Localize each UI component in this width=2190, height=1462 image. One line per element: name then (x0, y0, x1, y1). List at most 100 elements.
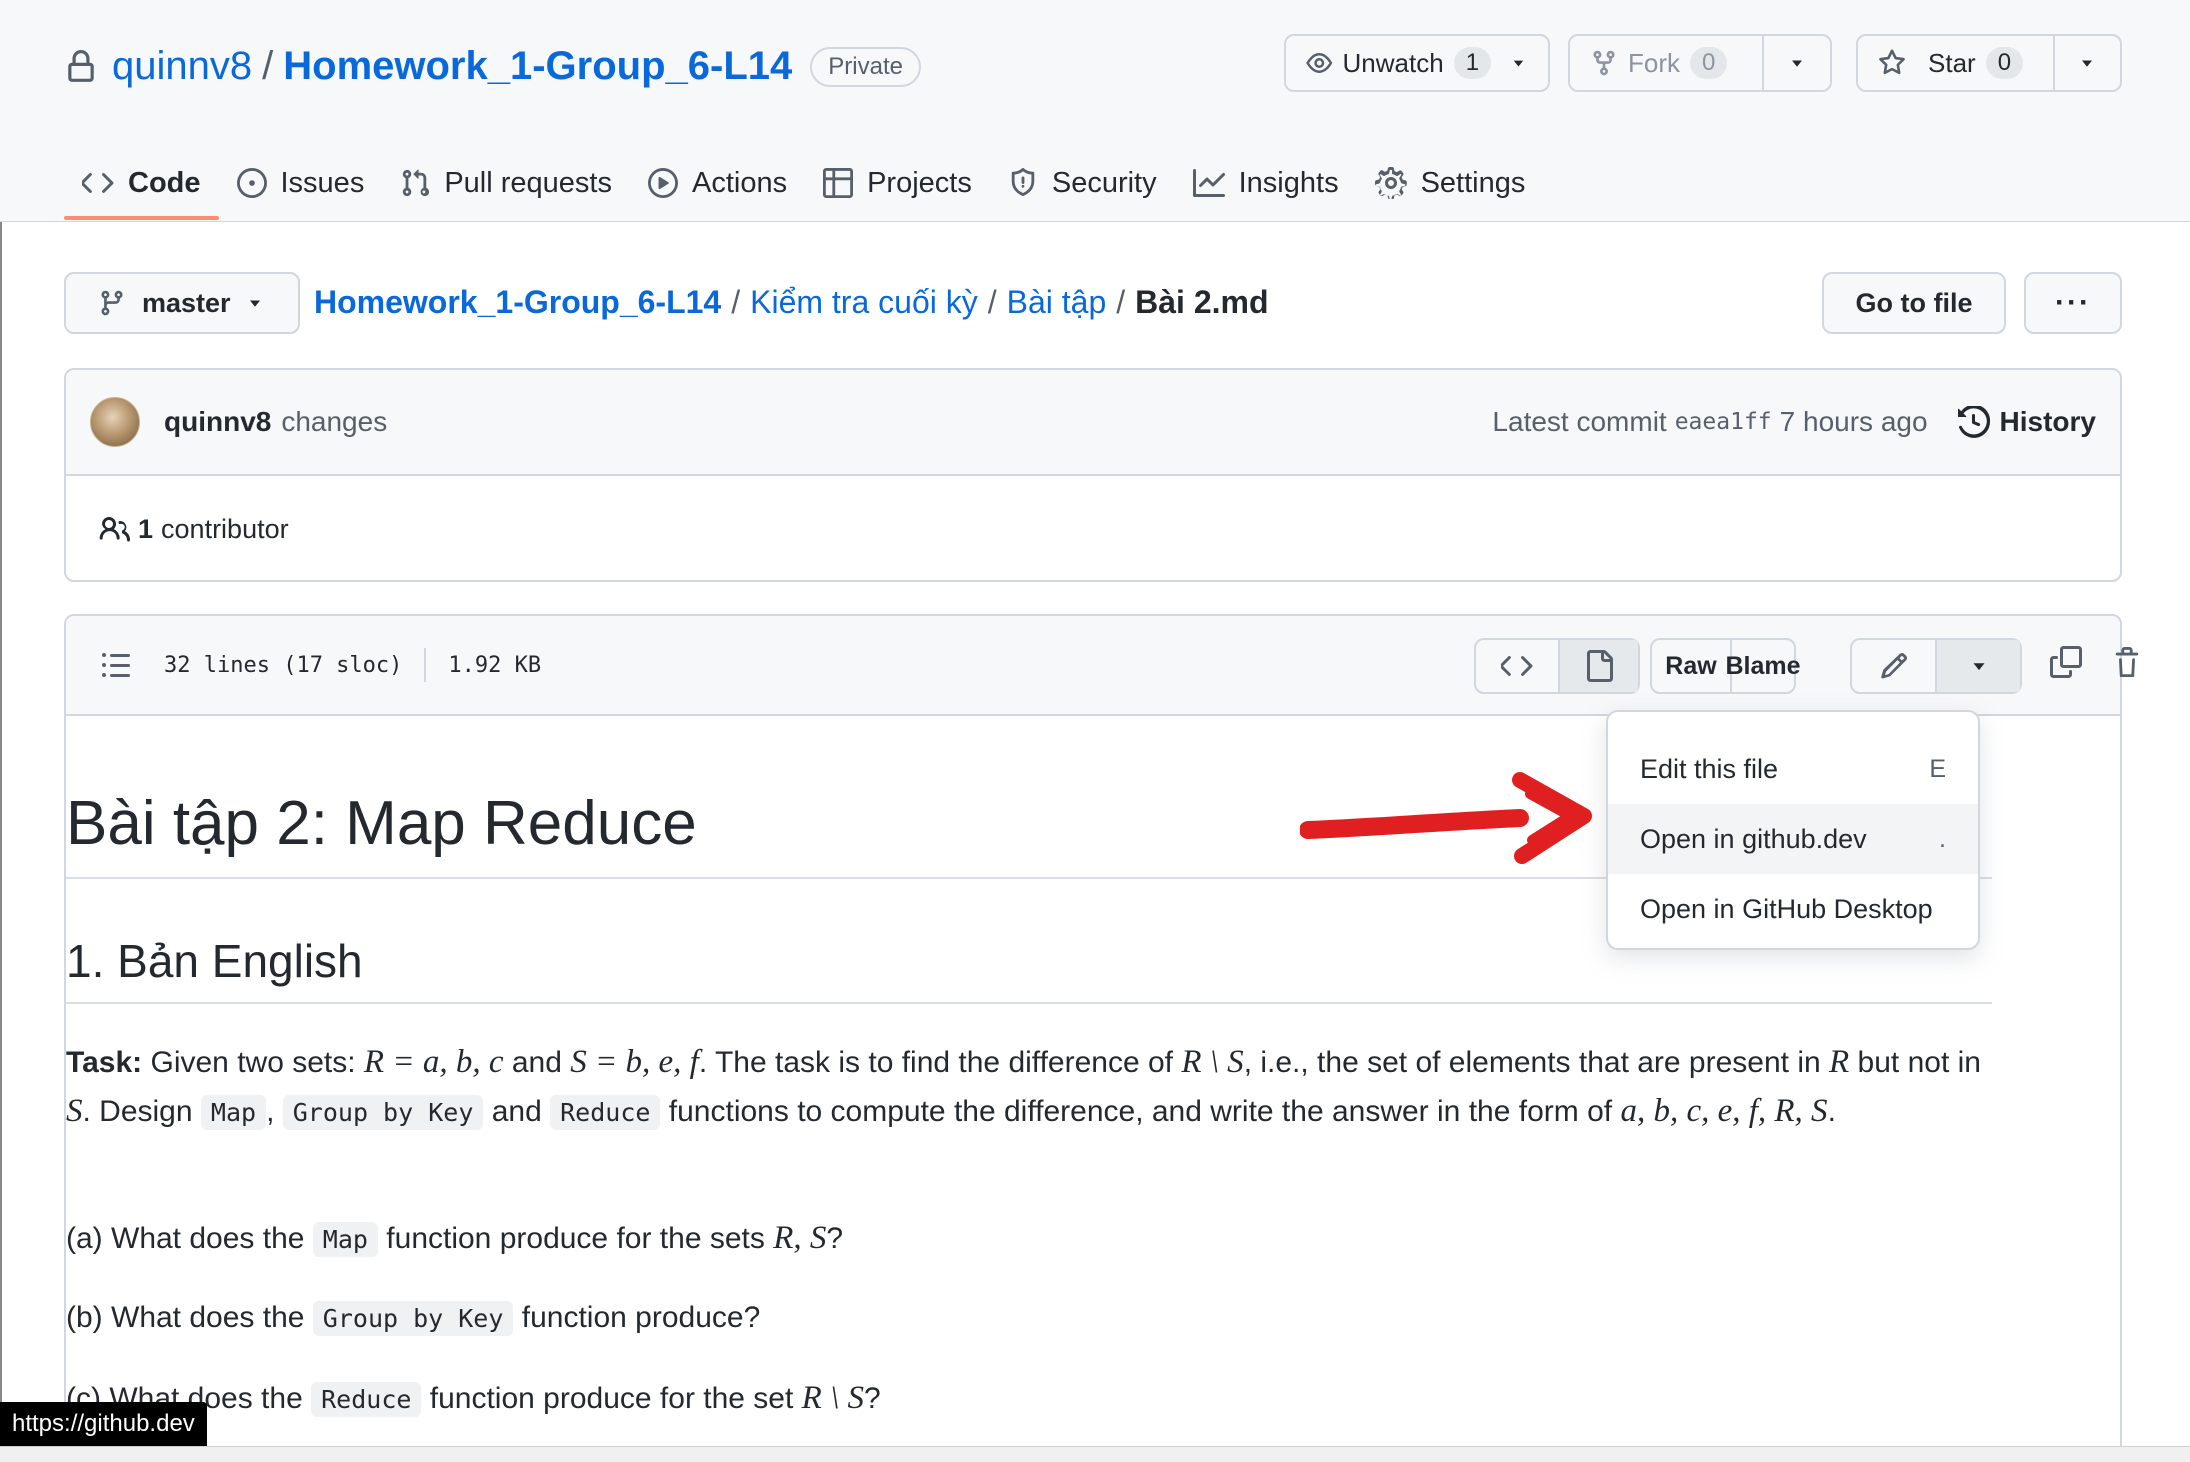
repo-owner-link[interactable]: quinnv8 (112, 44, 252, 89)
trash-icon[interactable] (2112, 646, 2142, 678)
visibility-badge: Private (810, 46, 921, 87)
breadcrumb-repo-link[interactable]: Homework_1-Group_6-L14 (314, 284, 721, 321)
commit-time: 7 hours ago (1779, 406, 1928, 437)
tab-issues[interactable]: Issues (219, 148, 383, 218)
text: functions to compute the difference, and… (668, 1095, 1613, 1128)
file-header: 32 lines (17 sloc) 1.92 KB Raw Blame (66, 616, 2139, 716)
breadcrumb-file-name: Bài 2.md (1135, 284, 1269, 320)
text: ? (826, 1222, 844, 1255)
title-separator: / (262, 44, 274, 88)
fork-button[interactable]: Fork 0 (1570, 36, 1762, 90)
watch-label: Unwatch (1342, 47, 1444, 78)
source-view-button[interactable] (1476, 640, 1558, 692)
breadcrumb-separator: / (731, 284, 741, 320)
chevron-down-icon (2082, 60, 2093, 67)
copy-icon[interactable] (2050, 646, 2082, 678)
star-count: 0 (1985, 47, 2024, 79)
divider (424, 648, 427, 682)
star-dropdown-button[interactable] (2052, 36, 2120, 90)
commit-author[interactable]: quinnv8 (164, 406, 271, 438)
history-icon (1957, 406, 1990, 438)
inline-code: Group by Key (312, 1301, 514, 1336)
text: and (511, 1046, 562, 1079)
file-size: 1.92 KB (448, 652, 542, 678)
history-label: History (1999, 406, 2096, 437)
table-icon (823, 168, 854, 198)
repo-title: quinnv8 / Homework_1-Group_6-L14 Private (64, 44, 921, 89)
inline-code: Reduce (550, 1095, 661, 1130)
tab-projects[interactable]: Projects (805, 148, 990, 218)
math-expression: S = b, e, f (570, 1044, 699, 1080)
watch-button[interactable]: Unwatch 1 (1284, 34, 1550, 92)
tab-label: Security (1051, 166, 1157, 199)
inline-code: Map (200, 1095, 267, 1130)
star-label: Star (1928, 47, 1976, 78)
repo-tabs: Code Issues Pull requests Actions Projec… (64, 148, 1544, 220)
tab-code[interactable]: Code (64, 148, 219, 220)
text: function produce for the set (429, 1382, 794, 1415)
menu-item-open-in-github-desktop[interactable]: Open in GitHub Desktop (1608, 874, 1978, 944)
math-expression: R = a, b, c (363, 1044, 504, 1080)
status-bar-url: https://github.dev (0, 1402, 207, 1446)
chevron-down-icon (1513, 60, 1524, 67)
tab-security[interactable]: Security (990, 148, 1175, 218)
raw-button[interactable]: Raw (1652, 640, 1730, 692)
text: . Design (82, 1095, 193, 1128)
inline-code: Group by Key (282, 1095, 484, 1130)
pencil-icon (1880, 652, 1907, 679)
tab-label: Pull requests (444, 166, 612, 199)
repo-name-link[interactable]: Homework_1-Group_6-L14 (283, 44, 792, 89)
view-toggle (1474, 638, 1640, 694)
math-expression: a, b, c, e, f, R, S (1620, 1093, 1828, 1129)
breadcrumb-folder-link[interactable]: Bài tập (1007, 284, 1107, 321)
tab-label: Actions (691, 166, 788, 199)
text: function produce for the sets (386, 1222, 765, 1255)
star-icon (1879, 49, 1905, 75)
tab-label: Projects (867, 166, 972, 199)
tab-settings[interactable]: Settings (1357, 148, 1544, 218)
list-outline-icon[interactable] (100, 649, 132, 681)
avatar[interactable] (90, 397, 140, 447)
menu-item-label: Edit this file (1640, 753, 1779, 784)
window-bottom-edge (0, 1446, 2190, 1462)
chevron-down-icon (1973, 663, 1984, 671)
chevron-down-icon (249, 300, 260, 307)
tab-pull-requests[interactable]: Pull requests (382, 148, 630, 218)
watch-count: 1 (1453, 47, 1492, 79)
menu-item-edit-this-file[interactable]: Edit this file E (1608, 734, 1978, 804)
chevron-down-icon (1792, 60, 1802, 67)
lock-icon (68, 49, 94, 82)
text: , (266, 1095, 275, 1128)
branch-name: master (142, 287, 231, 318)
inline-code: Reduce (311, 1382, 422, 1417)
math-expression: S (66, 1093, 83, 1129)
commit-message[interactable]: changes (281, 406, 387, 438)
fork-icon (1593, 50, 1615, 76)
edit-button[interactable] (1852, 640, 1935, 692)
commit-meta: Latest commit eaea1ff 7 hours ago Histor… (1492, 406, 2096, 438)
tab-label: Insights (1238, 166, 1339, 199)
more-options-button[interactable]: ··· (2024, 272, 2122, 334)
edit-dropdown-button[interactable] (1935, 640, 2020, 692)
breadcrumb-folder-link[interactable]: Kiểm tra cuối kỳ (750, 284, 978, 321)
tab-actions[interactable]: Actions (630, 148, 805, 218)
go-to-file-button[interactable]: Go to file (1822, 272, 2006, 334)
text: , i.e., the set of elements that are pre… (1243, 1046, 1821, 1079)
latest-commit-label: Latest commit (1492, 406, 1667, 437)
commit-sha[interactable]: eaea1ff (1675, 409, 1772, 435)
menu-item-open-in-github-dev[interactable]: Open in github.dev . (1608, 804, 1978, 874)
rendered-view-button[interactable] (1558, 640, 1638, 692)
fork-dropdown-button[interactable] (1762, 36, 1830, 90)
text: function produce? (521, 1301, 761, 1334)
history-link[interactable]: History (1957, 406, 2096, 438)
code-icon (1501, 656, 1533, 676)
star-button[interactable]: Star 0 (1858, 36, 2053, 90)
play-icon (647, 168, 678, 198)
tab-insights[interactable]: Insights (1175, 148, 1357, 218)
menu-item-label: Open in GitHub Desktop (1640, 893, 1933, 924)
blame-button[interactable]: Blame (1725, 640, 1801, 692)
fork-label: Fork (1628, 47, 1680, 78)
contributors-row[interactable]: 1 contributor (66, 476, 2120, 582)
text: (b) What does the (66, 1301, 305, 1334)
branch-selector[interactable]: master (64, 272, 300, 334)
